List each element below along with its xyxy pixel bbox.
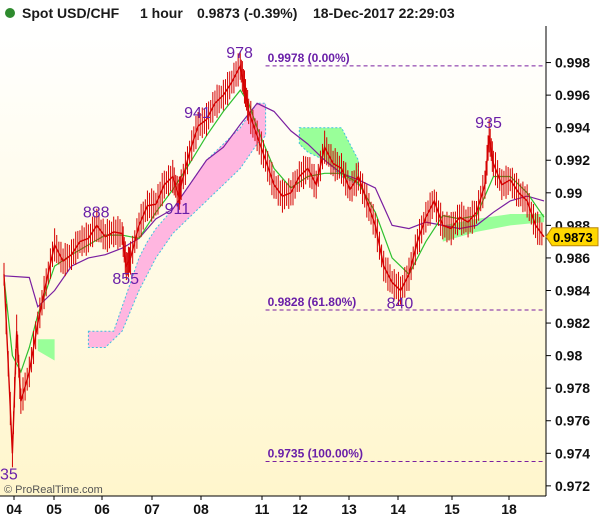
price-annotation: 35 (0, 466, 18, 483)
x-tick-label: 11 (255, 501, 270, 517)
y-tick-label: 0.978 (555, 380, 590, 396)
price-annotation: 840 (387, 295, 414, 312)
header-last-price-change: 0.9873 (-0.39%) (197, 5, 297, 21)
x-tick-label: 18 (501, 501, 517, 517)
y-tick-label: 0.98 (555, 348, 582, 364)
fib-level-label: 0.9735 (100.00%) (268, 446, 363, 460)
status-dot-icon (5, 8, 15, 18)
chart-header: Spot USD/CHF 1 hour 0.9873 (-0.39%) 18-D… (5, 5, 455, 21)
price-annotation: 855 (112, 271, 139, 288)
header-instrument: Spot USD/CHF (22, 5, 120, 21)
x-tick-label: 06 (94, 501, 110, 517)
x-tick-label: 05 (46, 501, 62, 517)
price-annotation: 978 (226, 45, 253, 62)
x-tick-label: 14 (390, 501, 406, 517)
x-tick-label: 13 (341, 501, 357, 517)
last-price-label: 0.9873 (553, 230, 593, 245)
y-tick-label: 0.974 (555, 445, 590, 461)
credit-text: © ProRealTime.com (4, 484, 103, 496)
x-tick-label: 07 (144, 501, 160, 517)
fib-level-label: 0.9828 (61.80%) (268, 295, 357, 309)
y-tick-label: 0.984 (555, 282, 590, 298)
y-tick-label: 0.992 (555, 152, 590, 168)
x-tick-label: 15 (444, 501, 460, 517)
header-datetime: 18-Dec-2017 22:29:03 (313, 5, 455, 21)
chart-root: Spot USD/CHF 1 hour 0.9873 (-0.39%) 18-D… (0, 0, 600, 519)
y-tick-label: 0.972 (555, 478, 590, 494)
y-tick-label: 0.996 (555, 87, 590, 103)
y-tick-label: 0.976 (555, 413, 590, 429)
fib-level-label: 0.9978 (0.00%) (268, 51, 350, 65)
y-tick-label: 0.99 (555, 185, 582, 201)
x-tick-label: 08 (193, 501, 209, 517)
price-annotation: 911 (165, 201, 191, 218)
last-price-marker: 0.9873 (545, 227, 599, 247)
chart-svg: Spot USD/CHF 1 hour 0.9873 (-0.39%) 18-D… (0, 5, 600, 519)
price-annotation: 941 (184, 105, 211, 122)
header-timeframe: 1 hour (140, 5, 183, 21)
price-annotation: 935 (475, 115, 502, 132)
y-tick-label: 0.982 (555, 315, 590, 331)
y-tick-label: 0.994 (555, 120, 590, 136)
price-annotation: 888 (83, 204, 110, 221)
y-tick-label: 0.998 (555, 55, 590, 71)
x-tick-label: 04 (6, 501, 22, 517)
x-tick-label: 12 (292, 501, 308, 517)
y-tick-label: 0.986 (555, 250, 590, 266)
